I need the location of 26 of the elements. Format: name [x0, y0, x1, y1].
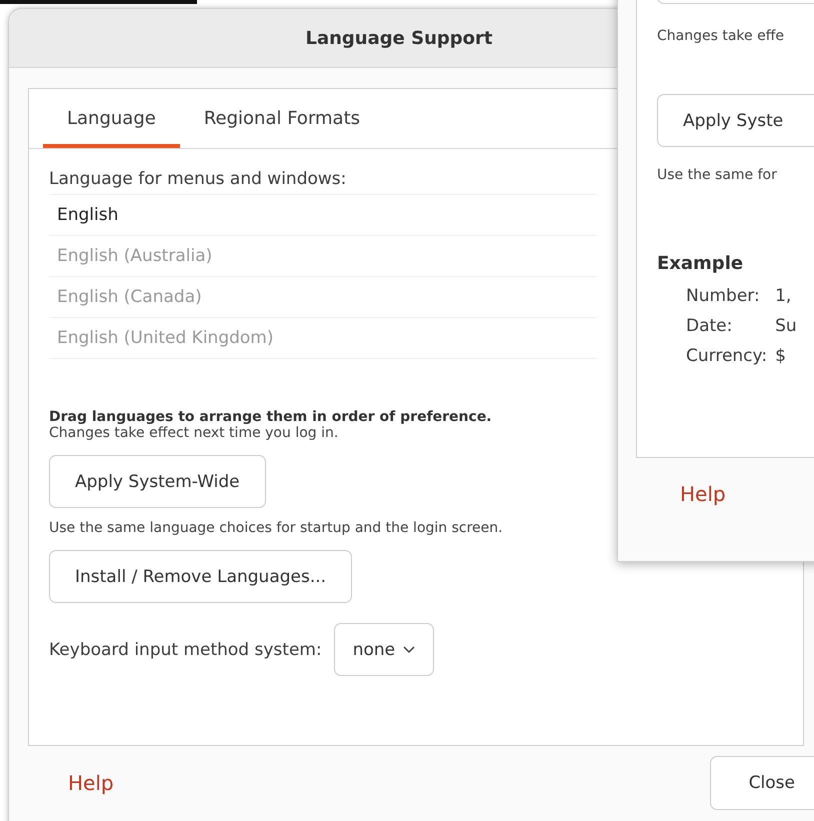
example-value: Su	[775, 316, 797, 336]
install-remove-button[interactable]: Install / Remove Languages...	[49, 550, 352, 603]
apply-note: Use the same for	[657, 167, 777, 183]
close-button[interactable]: Close	[710, 756, 814, 810]
example-value: 1,	[775, 286, 792, 306]
example-value: $	[775, 346, 787, 366]
list-heading: Language for menus and windows:	[49, 169, 346, 189]
apply-system-wide-button[interactable]: Apply Syste	[657, 94, 814, 147]
example-label: Currency:	[686, 346, 768, 366]
changes-note: Changes take effe	[657, 28, 784, 44]
tab[interactable]: Language	[43, 89, 180, 148]
help-link[interactable]: Help	[68, 771, 114, 795]
apply-system-wide-button[interactable]: Apply System-Wide	[49, 455, 266, 508]
input-method-label: Keyboard input method system:	[49, 640, 322, 660]
tab[interactable]: Regional Formats	[180, 89, 384, 148]
hint-text: Changes take effect next time you log in.	[49, 425, 338, 441]
help-link[interactable]: Help	[680, 482, 814, 506]
hint-title: Drag languages to arrange them in order of preference.	[49, 409, 493, 425]
example-label: Date:	[686, 316, 734, 336]
example-label: Number:	[686, 286, 761, 306]
input-method-dropdown[interactable]: none	[334, 623, 434, 676]
chevron-down-icon	[403, 646, 416, 654]
window-title: Language Support	[305, 28, 493, 48]
apply-note: Use the same language choices for startup and the login screen.	[49, 520, 503, 536]
example-title: Example	[657, 253, 744, 274]
language-item[interactable]: English	[49, 194, 597, 236]
